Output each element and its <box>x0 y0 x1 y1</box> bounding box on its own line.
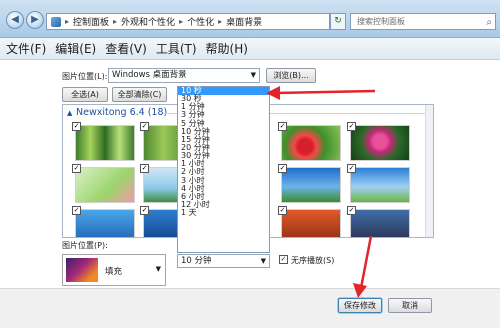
select-all-button[interactable]: 全选(A) <box>62 87 108 102</box>
menu-file[interactable]: 文件(F) <box>6 40 46 57</box>
thumbnail-checkbox[interactable]: ✓ <box>140 164 149 173</box>
picture-location-select[interactable]: Windows 桌面背景 ▼ <box>108 68 260 83</box>
interval-select[interactable]: 10 分钟 ▼ <box>177 254 270 268</box>
wallpaper-thumbnail[interactable]: ✓ <box>72 122 135 161</box>
thumbnail-checkbox[interactable]: ✓ <box>72 164 81 173</box>
thumbnail-checkbox[interactable]: ✓ <box>140 122 149 131</box>
search-icon: ⌕ <box>486 17 492 28</box>
breadcrumb-personalization[interactable]: 个性化 <box>187 15 214 28</box>
refresh-icon[interactable]: ↻ <box>330 13 346 30</box>
wallpaper-thumbnail[interactable]: ✓ <box>278 206 341 237</box>
breadcrumb[interactable]: ▸ 控制面板 ▸ 外观和个性化 ▸ 个性化 ▸ 桌面背景 <box>46 13 330 30</box>
annotation-arrow-bottom <box>353 235 373 298</box>
breadcrumb-control-panel[interactable]: 控制面板 <box>73 15 109 28</box>
collapse-icon[interactable]: ▲ <box>67 109 72 117</box>
thumbnail-checkbox[interactable]: ✓ <box>278 122 287 131</box>
clear-all-button[interactable]: 全部清除(C) <box>112 87 167 102</box>
breadcrumb-appearance[interactable]: 外观和个性化 <box>121 15 175 28</box>
picture-position-value: 填充 <box>105 267 123 277</box>
picture-location-value: Windows 桌面背景 <box>112 70 187 80</box>
wallpaper-thumbnail[interactable]: ✓ <box>72 206 135 237</box>
menu-edit[interactable]: 编辑(E) <box>55 40 96 57</box>
annotation-arrow-top <box>266 86 376 100</box>
interval-dropdown-list[interactable]: 10 秒 30 秒 1 分钟 3 分钟 5 分钟 10 分钟 15 分钟 20 … <box>177 86 270 253</box>
interval-option[interactable]: 1 天 <box>178 208 269 217</box>
picture-position-select[interactable]: 填充 ▼ <box>62 254 166 286</box>
gallery-group-title: Newxitong 6.4 (18) <box>76 107 168 118</box>
menu-bar: 文件(F) 编辑(E) 查看(V) 工具(T) 帮助(H) <box>0 38 500 60</box>
position-preview-icon <box>66 258 98 282</box>
menu-tools[interactable]: 工具(T) <box>156 40 197 57</box>
interval-option-blank[interactable] <box>178 234 269 242</box>
chevron-down-icon: ▼ <box>260 257 266 265</box>
wallpaper-thumbnail[interactable]: ✓ <box>72 164 135 203</box>
control-panel-icon <box>51 16 61 27</box>
wallpaper-thumbnail[interactable]: ✓ <box>347 164 410 203</box>
gallery-scrollbar[interactable] <box>425 105 433 237</box>
thumbnail-checkbox[interactable]: ✓ <box>278 206 287 215</box>
search-placeholder: 搜索控制面板 <box>357 17 405 26</box>
thumbnail-checkbox[interactable]: ✓ <box>347 206 356 215</box>
interval-selected-value: 10 分钟 <box>181 256 212 266</box>
menu-help[interactable]: 帮助(H) <box>206 40 248 57</box>
shuffle-label: 无序播放(S) <box>291 256 335 265</box>
shuffle-checkbox[interactable]: ✓ <box>279 255 288 264</box>
breadcrumb-desktop-background[interactable]: 桌面背景 <box>226 15 262 28</box>
breadcrumb-separator: ▸ <box>179 17 184 26</box>
back-button[interactable]: ◀ <box>6 11 24 29</box>
cancel-button[interactable]: 取消 <box>388 298 432 313</box>
thumbnail-checkbox[interactable]: ✓ <box>140 206 149 215</box>
save-button[interactable]: 保存修改 <box>338 298 382 313</box>
chevron-down-icon: ▼ <box>155 265 161 273</box>
breadcrumb-separator: ▸ <box>113 17 118 26</box>
picture-location-label: 图片位置(L): <box>62 72 108 81</box>
picture-position-label: 图片位置(P): <box>62 241 108 250</box>
address-bar: ◀ ▶ ▸ 控制面板 ▸ 外观和个性化 ▸ 个性化 ▸ 桌面背景 ↻ 搜索控制面… <box>0 0 500 38</box>
chevron-down-icon: ▼ <box>250 71 256 79</box>
search-input[interactable]: 搜索控制面板 ⌕ <box>350 13 496 30</box>
breadcrumb-separator: ▸ <box>65 17 70 26</box>
wallpaper-thumbnail[interactable]: ✓ <box>347 122 410 161</box>
wallpaper-thumbnail[interactable]: ✓ <box>278 122 341 161</box>
thumbnail-checkbox[interactable]: ✓ <box>72 122 81 131</box>
thumbnail-checkbox[interactable]: ✓ <box>278 164 287 173</box>
thumbnail-checkbox[interactable]: ✓ <box>347 164 356 173</box>
browse-button[interactable]: 浏览(B)... <box>266 68 316 83</box>
thumbnail-checkbox[interactable]: ✓ <box>72 206 81 215</box>
breadcrumb-separator: ▸ <box>218 17 223 26</box>
interval-option-blank[interactable] <box>178 217 269 225</box>
interval-option-blank[interactable] <box>178 225 269 233</box>
menu-view[interactable]: 查看(V) <box>105 40 147 57</box>
thumbnail-checkbox[interactable]: ✓ <box>347 122 356 131</box>
wallpaper-thumbnail[interactable]: ✓ <box>278 164 341 203</box>
forward-button[interactable]: ▶ <box>26 11 44 29</box>
